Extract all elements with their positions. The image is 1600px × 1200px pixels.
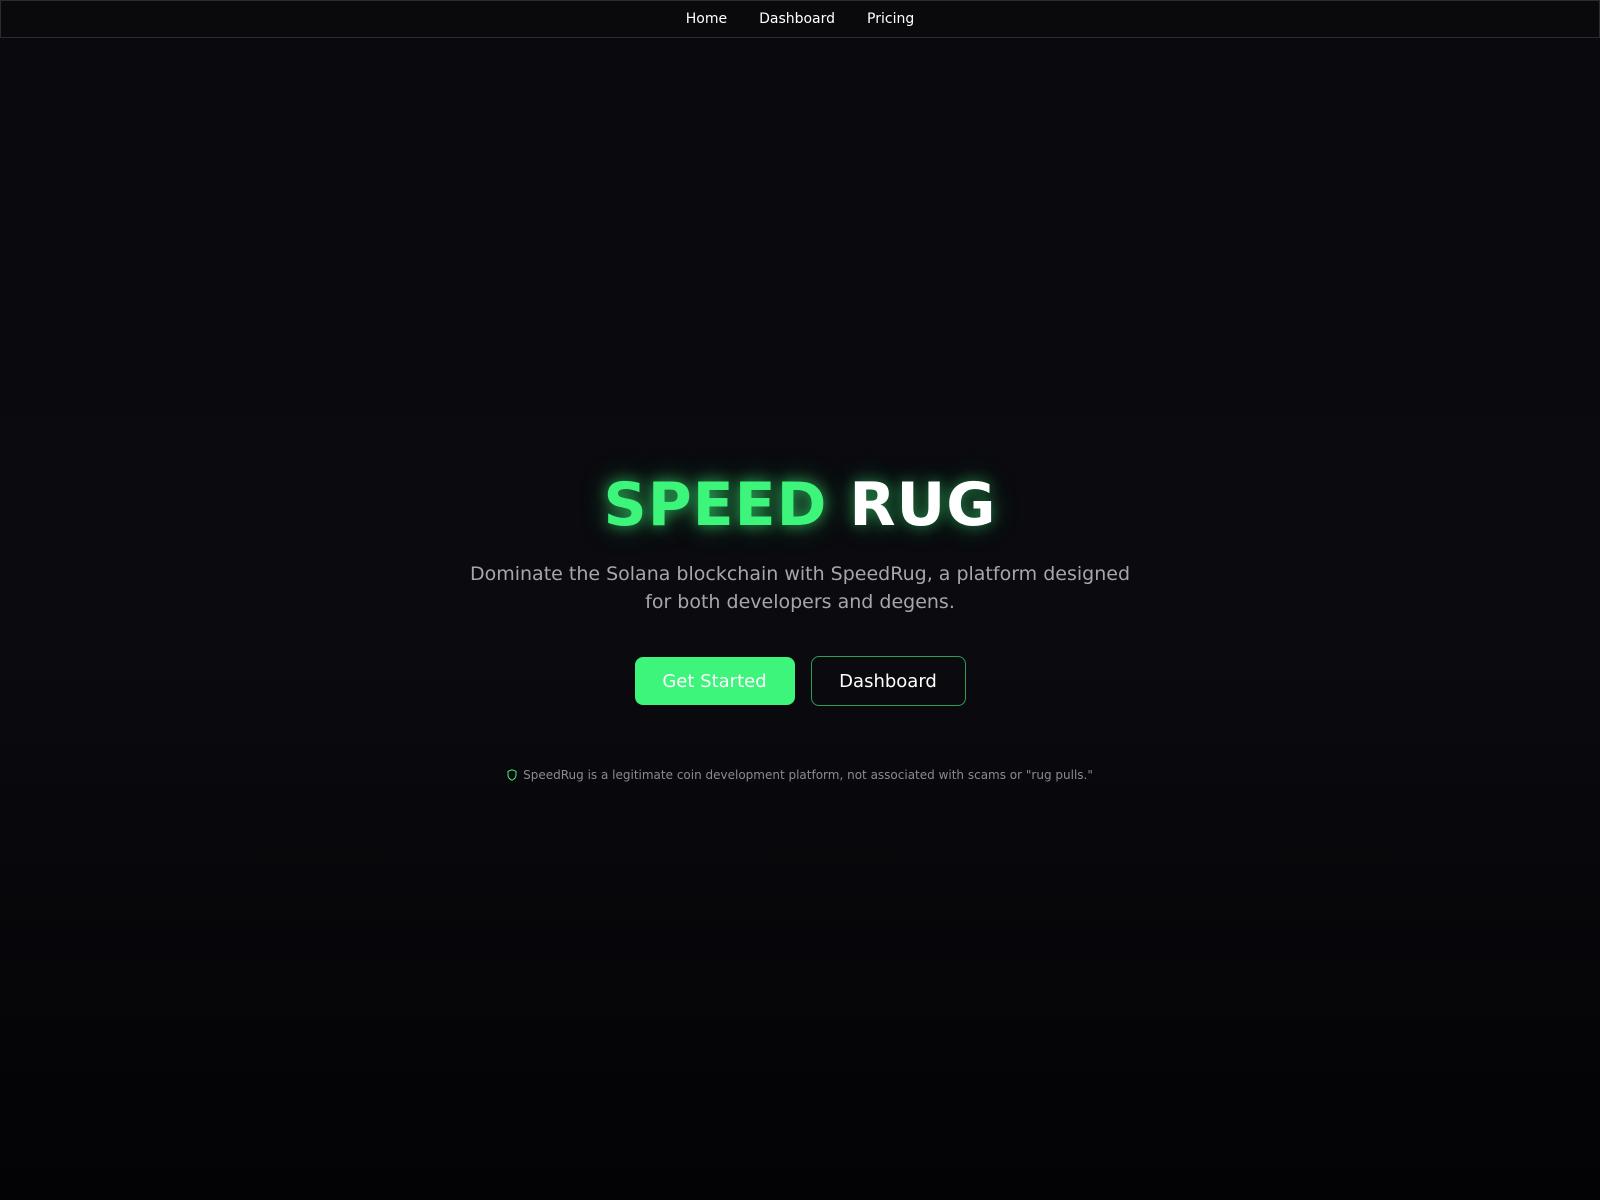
hero-title-rug: RUG: [849, 470, 997, 540]
disclaimer: SpeedRug is a legitimate coin developmen…: [507, 768, 1093, 782]
hero-title-speed: SPEED: [603, 470, 828, 540]
nav-links: Home Dashboard Pricing: [686, 11, 915, 27]
hero-buttons: Get Started Dashboard: [634, 656, 966, 706]
nav-link-home[interactable]: Home: [686, 11, 727, 27]
nav-link-pricing[interactable]: Pricing: [867, 11, 914, 27]
hero-section: SPEED RUG Dominate the Solana blockchain…: [0, 470, 1600, 782]
top-navbar: Home Dashboard Pricing: [0, 0, 1600, 38]
disclaimer-text: SpeedRug is a legitimate coin developmen…: [523, 768, 1093, 782]
hero-title: SPEED RUG: [603, 470, 996, 540]
dashboard-button[interactable]: Dashboard: [810, 656, 966, 706]
get-started-button[interactable]: Get Started: [634, 657, 795, 705]
nav-link-dashboard[interactable]: Dashboard: [759, 11, 835, 27]
shield-icon: [507, 769, 517, 781]
hero-subtitle: Dominate the Solana blockchain with Spee…: [469, 563, 1131, 613]
